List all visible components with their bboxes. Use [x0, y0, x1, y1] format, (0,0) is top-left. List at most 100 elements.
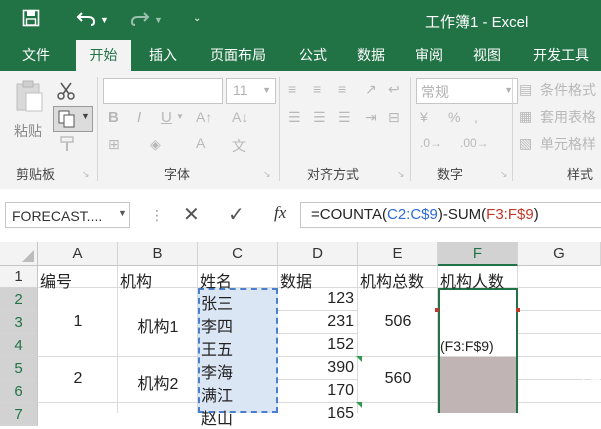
- formula-input[interactable]: =COUNTA(C2:C$9)-SUM(F3:F$9): [300, 202, 601, 228]
- row-header-3[interactable]: 3: [0, 311, 38, 334]
- cell-a1[interactable]: 编号: [40, 268, 72, 292]
- row-header-6[interactable]: 6: [0, 380, 38, 403]
- wrap-text-icon[interactable]: ↩: [388, 81, 400, 98]
- name-box-dropdown-icon[interactable]: ▼: [118, 208, 127, 218]
- orientation-icon[interactable]: ↗: [365, 81, 377, 98]
- tab-data[interactable]: 数据: [348, 40, 394, 71]
- tab-page-layout[interactable]: 页面布局: [200, 40, 276, 71]
- insert-function-icon[interactable]: fx: [274, 203, 286, 223]
- align-left-icon[interactable]: ☰: [288, 109, 301, 126]
- cut-icon[interactable]: [56, 81, 76, 106]
- cell-styles-icon[interactable]: ▧: [519, 135, 532, 152]
- border-icon[interactable]: ⊞: [108, 136, 120, 153]
- cell-c5[interactable]: 李海: [201, 359, 233, 383]
- cell-e5-merged[interactable]: 560: [358, 370, 438, 388]
- font-color-icon[interactable]: A: [196, 135, 205, 151]
- row-header-5[interactable]: 5: [0, 357, 38, 380]
- worksheet-grid[interactable]: A B C D E F G 1 2 3 4 5 6 7 编号 机构 姓名 数据 …: [0, 242, 601, 428]
- name-box[interactable]: FORECAST....: [5, 202, 130, 228]
- error-indicator-icon[interactable]: [356, 402, 362, 408]
- indent-icon[interactable]: ⇥: [365, 109, 377, 126]
- comma-style-icon[interactable]: ,: [474, 109, 478, 125]
- customize-toolbar-icon[interactable]: ⌄: [193, 13, 201, 24]
- align-right-icon[interactable]: ☰: [338, 109, 351, 126]
- cell-styles-button[interactable]: 单元格样: [540, 134, 596, 154]
- paste-label[interactable]: 粘贴: [14, 121, 42, 141]
- format-table-icon[interactable]: ▦: [519, 108, 532, 125]
- tab-insert[interactable]: 插入: [140, 40, 186, 71]
- cell-d5[interactable]: 390: [278, 359, 354, 377]
- italic-button[interactable]: I: [137, 109, 141, 126]
- cell-c1[interactable]: 姓名: [200, 268, 232, 292]
- tab-home[interactable]: 开始: [76, 40, 131, 71]
- redo-icon[interactable]: [130, 9, 150, 32]
- phonetic-icon[interactable]: 文: [232, 136, 246, 156]
- alignment-launcher-icon[interactable]: ↘: [397, 169, 405, 180]
- align-top-icon[interactable]: ≡: [288, 81, 296, 97]
- tab-review[interactable]: 审阅: [406, 40, 452, 71]
- cell-d6[interactable]: 170: [278, 382, 354, 400]
- cell-c4[interactable]: 王五: [201, 336, 233, 360]
- tab-developer[interactable]: 开发工具: [526, 40, 596, 71]
- format-as-table-button[interactable]: 套用表格: [540, 107, 596, 127]
- cell-b2-merged[interactable]: 机构1: [118, 313, 198, 337]
- cell-d3[interactable]: 231: [278, 313, 354, 331]
- cell-c7[interactable]: 赵山: [201, 405, 233, 429]
- cell-c2[interactable]: 张三: [201, 290, 233, 314]
- fill-color-icon[interactable]: ◈: [150, 136, 161, 153]
- range-handle[interactable]: [516, 308, 520, 312]
- underline-button[interactable]: U: [161, 109, 172, 126]
- align-center-icon[interactable]: ☰: [313, 109, 326, 126]
- increase-decimal-icon[interactable]: .0→: [420, 136, 442, 150]
- row-header-1[interactable]: 1: [0, 266, 38, 288]
- column-header-g[interactable]: G: [518, 242, 601, 266]
- range-handle[interactable]: [435, 308, 439, 312]
- column-header-e[interactable]: E: [358, 242, 438, 266]
- grow-font-icon[interactable]: A↑: [196, 109, 212, 125]
- number-launcher-icon[interactable]: ↘: [500, 169, 508, 180]
- font-name-input[interactable]: [103, 78, 223, 104]
- cell-d1[interactable]: 数据: [280, 268, 312, 292]
- conditional-format-button[interactable]: 条件格式: [540, 80, 596, 100]
- paste-icon[interactable]: [14, 79, 44, 118]
- row-header-7[interactable]: 7: [0, 403, 38, 426]
- cancel-formula-icon[interactable]: ✕: [183, 202, 200, 227]
- enter-formula-icon[interactable]: ✓: [228, 202, 245, 227]
- shrink-font-icon[interactable]: A↓: [232, 109, 248, 125]
- column-header-a[interactable]: A: [38, 242, 118, 266]
- font-launcher-icon[interactable]: ↘: [263, 169, 271, 180]
- tab-file[interactable]: 文件: [14, 40, 58, 71]
- cell-c3[interactable]: 李四: [201, 313, 233, 337]
- undo-icon[interactable]: [76, 9, 96, 32]
- select-all-corner[interactable]: [0, 242, 38, 266]
- format-painter-icon[interactable]: [58, 135, 76, 158]
- currency-icon[interactable]: ¥: [420, 109, 428, 125]
- column-header-c[interactable]: C: [198, 242, 278, 266]
- error-indicator-icon[interactable]: [356, 356, 362, 362]
- cell-e2-merged[interactable]: 506: [358, 313, 438, 331]
- redo-dropdown-icon[interactable]: ▼: [154, 15, 163, 25]
- align-middle-icon[interactable]: ≡: [313, 81, 321, 97]
- merge-center-icon[interactable]: ⊟: [388, 109, 400, 126]
- row-header-2[interactable]: 2: [0, 288, 38, 311]
- underline-dropdown-icon[interactable]: ▼: [176, 112, 184, 121]
- cell-b5-merged[interactable]: 机构2: [118, 370, 198, 394]
- copy-dropdown-icon[interactable]: ▼: [81, 111, 90, 121]
- cell-f1[interactable]: 机构人数: [440, 268, 504, 292]
- tab-view[interactable]: 视图: [464, 40, 510, 71]
- cell-d2[interactable]: 123: [278, 290, 354, 308]
- bold-button[interactable]: B: [108, 109, 119, 126]
- align-bottom-icon[interactable]: ≡: [338, 81, 346, 97]
- cell-a2-merged[interactable]: 1: [38, 313, 118, 331]
- cell-c6[interactable]: 满江: [201, 382, 233, 406]
- cell-e1[interactable]: 机构总数: [360, 268, 438, 292]
- font-size-select[interactable]: 11 ▼: [226, 78, 276, 104]
- tab-formulas[interactable]: 公式: [290, 40, 336, 71]
- undo-dropdown-icon[interactable]: ▼: [100, 15, 109, 25]
- cell-d7[interactable]: 165: [278, 405, 354, 423]
- column-header-b[interactable]: B: [118, 242, 198, 266]
- conditional-format-icon[interactable]: ▤: [519, 81, 532, 98]
- row-header-4[interactable]: 4: [0, 334, 38, 357]
- copy-button[interactable]: ▼: [53, 106, 93, 132]
- cell-d4[interactable]: 152: [278, 336, 354, 354]
